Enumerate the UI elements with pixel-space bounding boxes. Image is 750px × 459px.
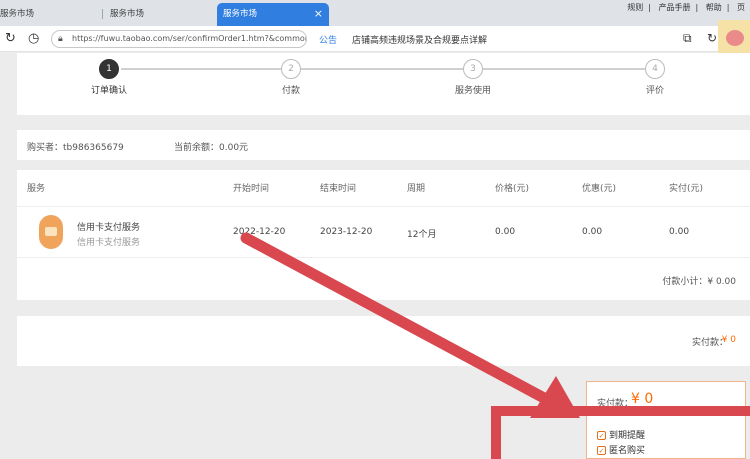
col-header-price: 价格(元) (495, 184, 530, 194)
notice-label[interactable]: 公告 (319, 33, 337, 46)
step-connector (121, 68, 281, 70)
col-header-start: 开始时间 (233, 184, 270, 194)
order-progress: 1 2 3 4 订单确认 付款 服务使用 评价 (17, 53, 750, 115)
price: 0.00 (495, 227, 516, 237)
expiry-reminder-label: 到期提醒 (609, 431, 646, 441)
checkout-summary: 实付款： ¥ 0 ✓ 到期提醒 ✓ 匿名购买 (586, 381, 746, 459)
tab-title: 服务市场 (0, 9, 35, 19)
anonymous-purchase-label: 匿名购买 (609, 446, 646, 456)
step-4-label: 评价 (645, 86, 664, 96)
tab-title: 服务市场 (223, 9, 258, 19)
service-subtitle: 信用卡支付服务 (77, 238, 141, 248)
step-2-label: 付款 (281, 86, 300, 96)
period: 12个月 (407, 230, 437, 240)
start-date: 2022-12-20 (233, 227, 286, 237)
account-balance: 当前余额：0.00元 (174, 143, 249, 153)
expiry-reminder-checkbox[interactable]: ✓ (597, 431, 606, 440)
close-icon[interactable]: × (314, 3, 323, 25)
credit-card-icon (39, 215, 63, 249)
order-table: 服务 开始时间 结束时间 周期 价格(元) 优惠(元) 实付(元) 信用卡支付服… (17, 170, 750, 300)
step-3-label: 服务使用 (454, 86, 491, 96)
buyer-info: 购买者：tb986365679 当前余额：0.00元 (17, 130, 750, 160)
help-link[interactable]: 帮助 (706, 3, 722, 12)
browser-tab-strip: 服务市场 服务市场 服务市场 × 规则 | 产品手册 | 帮助 | 页 (0, 0, 750, 26)
discount: 0.00 (582, 227, 603, 237)
table-row: 信用卡支付服务 信用卡支付服务 2022-12-20 2023-12-20 12… (17, 206, 750, 258)
end-date: 2023-12-20 (320, 227, 373, 237)
col-header-discount: 优惠(元) (582, 184, 617, 194)
summary-pay-label: 实付款： (597, 399, 634, 409)
step-3-circle: 3 (463, 59, 483, 79)
top-links: 规则 | 产品手册 | 帮助 | 页 (627, 3, 745, 12)
refresh-icon[interactable]: ↻ (707, 31, 717, 45)
summary-pay-amount: ¥ 0 (631, 391, 654, 407)
address-bar-row: ↻ ◷ 🔒︎ https://fuwu.taobao.com/ser/confi… (0, 26, 750, 52)
browser-tab[interactable]: 服务市场 (110, 3, 210, 26)
more-link[interactable]: 页 (737, 3, 745, 12)
reload-icon[interactable]: ↻ (5, 31, 16, 46)
col-header-period: 周期 (407, 184, 426, 194)
lock-icon: 🔒︎ (58, 34, 63, 44)
tab-title: 服务市场 (110, 9, 145, 19)
annotation-arrow-head (530, 376, 580, 418)
anonymous-purchase-checkbox[interactable]: ✓ (597, 446, 606, 455)
col-header-paid: 实付(元) (669, 184, 704, 194)
payment-total-panel: 实付款： ¥ 0 (17, 316, 750, 366)
browser-tab-active[interactable]: 服务市场 × (217, 3, 329, 26)
notice-link[interactable]: 店铺高频违规场景及合规要点详解 (352, 33, 487, 46)
screenshot-icon[interactable]: ⧉ (683, 31, 692, 46)
step-1-label: 订单确认 (90, 86, 127, 96)
browser-tab[interactable]: 服务市场 (0, 3, 96, 26)
history-icon[interactable]: ◷ (28, 31, 39, 46)
pay-total-value: ¥ 0 (721, 335, 736, 345)
anonymous-purchase-option[interactable]: ✓ 匿名购买 (597, 443, 645, 456)
expiry-reminder-option[interactable]: ✓ 到期提醒 (597, 428, 645, 441)
manual-link[interactable]: 产品手册 (659, 3, 691, 12)
url-text: https://fuwu.taobao.com/ser/confirmOrder… (72, 34, 307, 43)
url-input[interactable]: 🔒︎ https://fuwu.taobao.com/ser/confirmOr… (51, 30, 307, 48)
step-connector (483, 68, 645, 70)
mascot-figure (726, 30, 744, 46)
payment-subtotal: 付款小计：¥ 0.00 (662, 277, 736, 287)
step-4-circle: 4 (645, 59, 665, 79)
paid: 0.00 (669, 227, 690, 237)
col-header-service: 服务 (27, 184, 46, 194)
tab-separator (102, 9, 103, 19)
step-1-circle: 1 (99, 59, 119, 79)
col-header-end: 结束时间 (320, 184, 357, 194)
step-2-circle: 2 (281, 59, 301, 79)
rules-link[interactable]: 规则 (627, 3, 643, 12)
service-name[interactable]: 信用卡支付服务 (77, 220, 140, 233)
step-connector (301, 68, 463, 70)
buyer-name: 购买者：tb986365679 (27, 143, 124, 153)
